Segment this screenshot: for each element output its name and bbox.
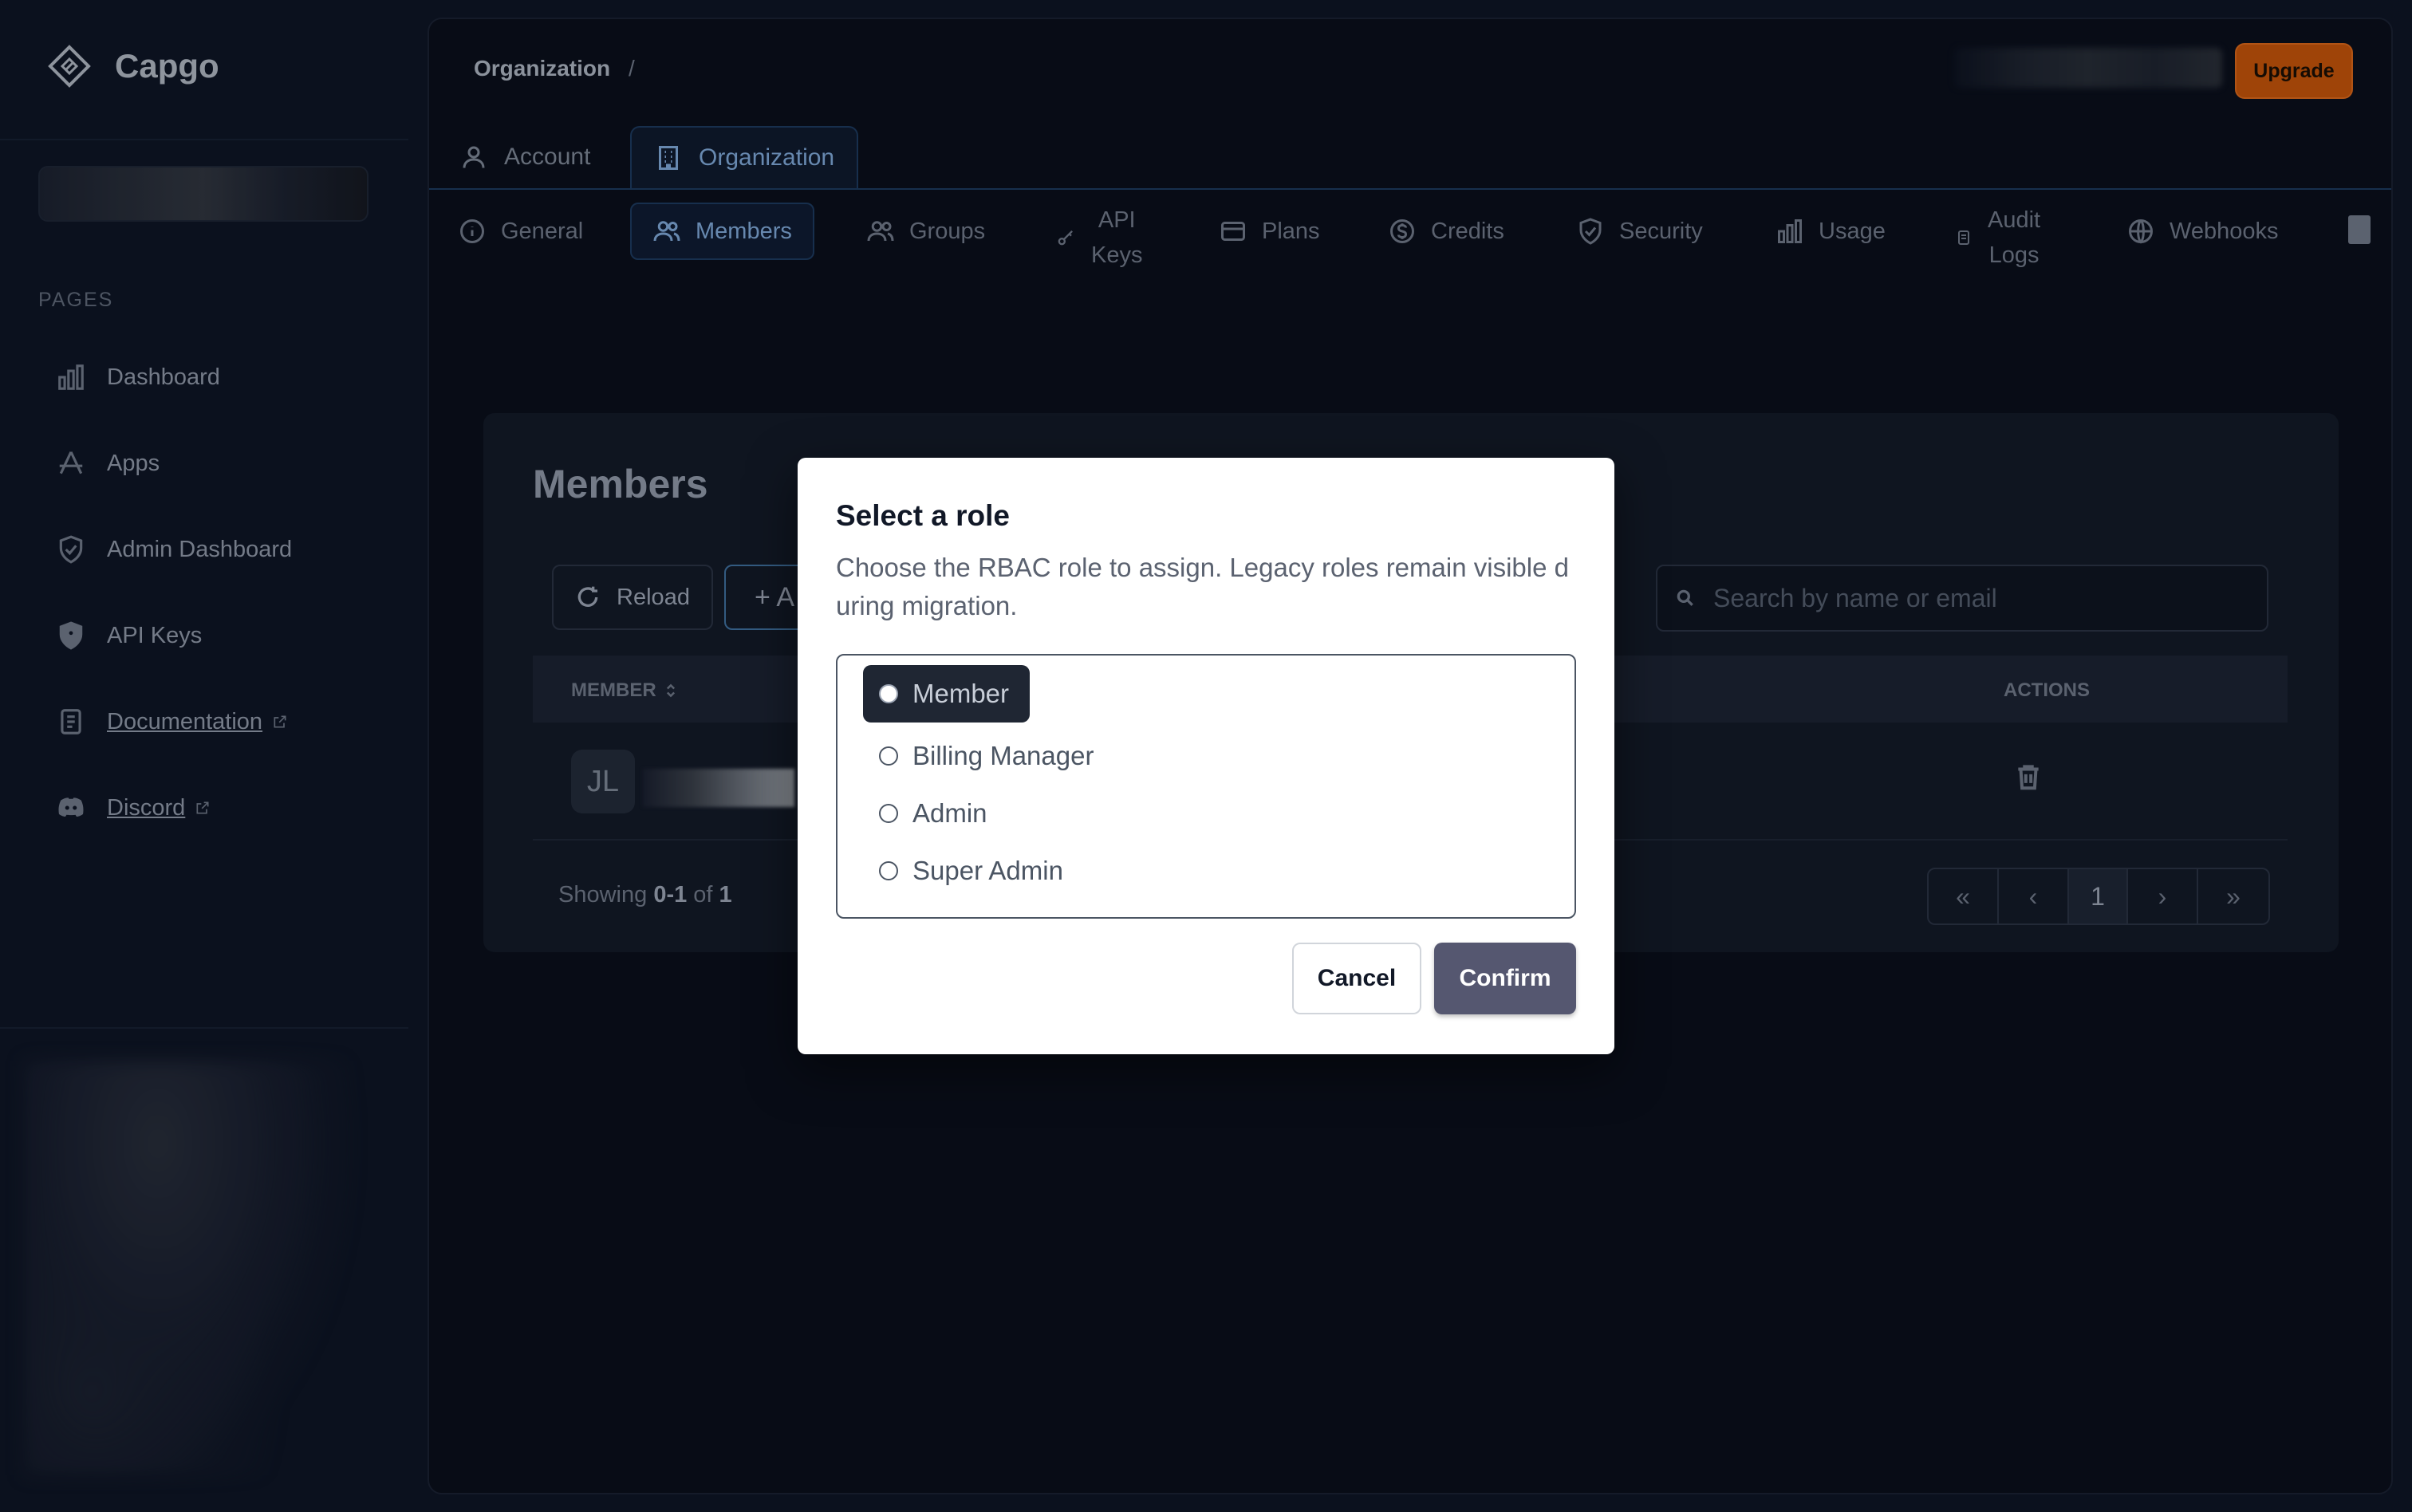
radio-button[interactable] <box>879 804 898 823</box>
radio-button[interactable] <box>879 746 898 766</box>
cancel-button[interactable]: Cancel <box>1292 943 1421 1014</box>
role-option-billing-manager[interactable]: Billing Manager <box>863 727 1114 785</box>
role-label: Member <box>912 679 1010 708</box>
role-label: Super Admin <box>912 856 1063 885</box>
modal-description: Choose the RBAC role to assign. Legacy r… <box>836 553 1569 620</box>
confirm-button[interactable]: Confirm <box>1434 943 1576 1014</box>
radio-button[interactable] <box>879 684 898 703</box>
radio-button[interactable] <box>879 861 898 880</box>
role-label: Billing Manager <box>912 741 1094 770</box>
role-option-super-admin[interactable]: Super Admin <box>863 842 1084 900</box>
modal-title: Select a role <box>836 499 1011 532</box>
role-option-member[interactable]: Member <box>863 665 1031 723</box>
role-option-admin[interactable]: Admin <box>863 785 1008 842</box>
role-label: Admin <box>912 798 987 828</box>
